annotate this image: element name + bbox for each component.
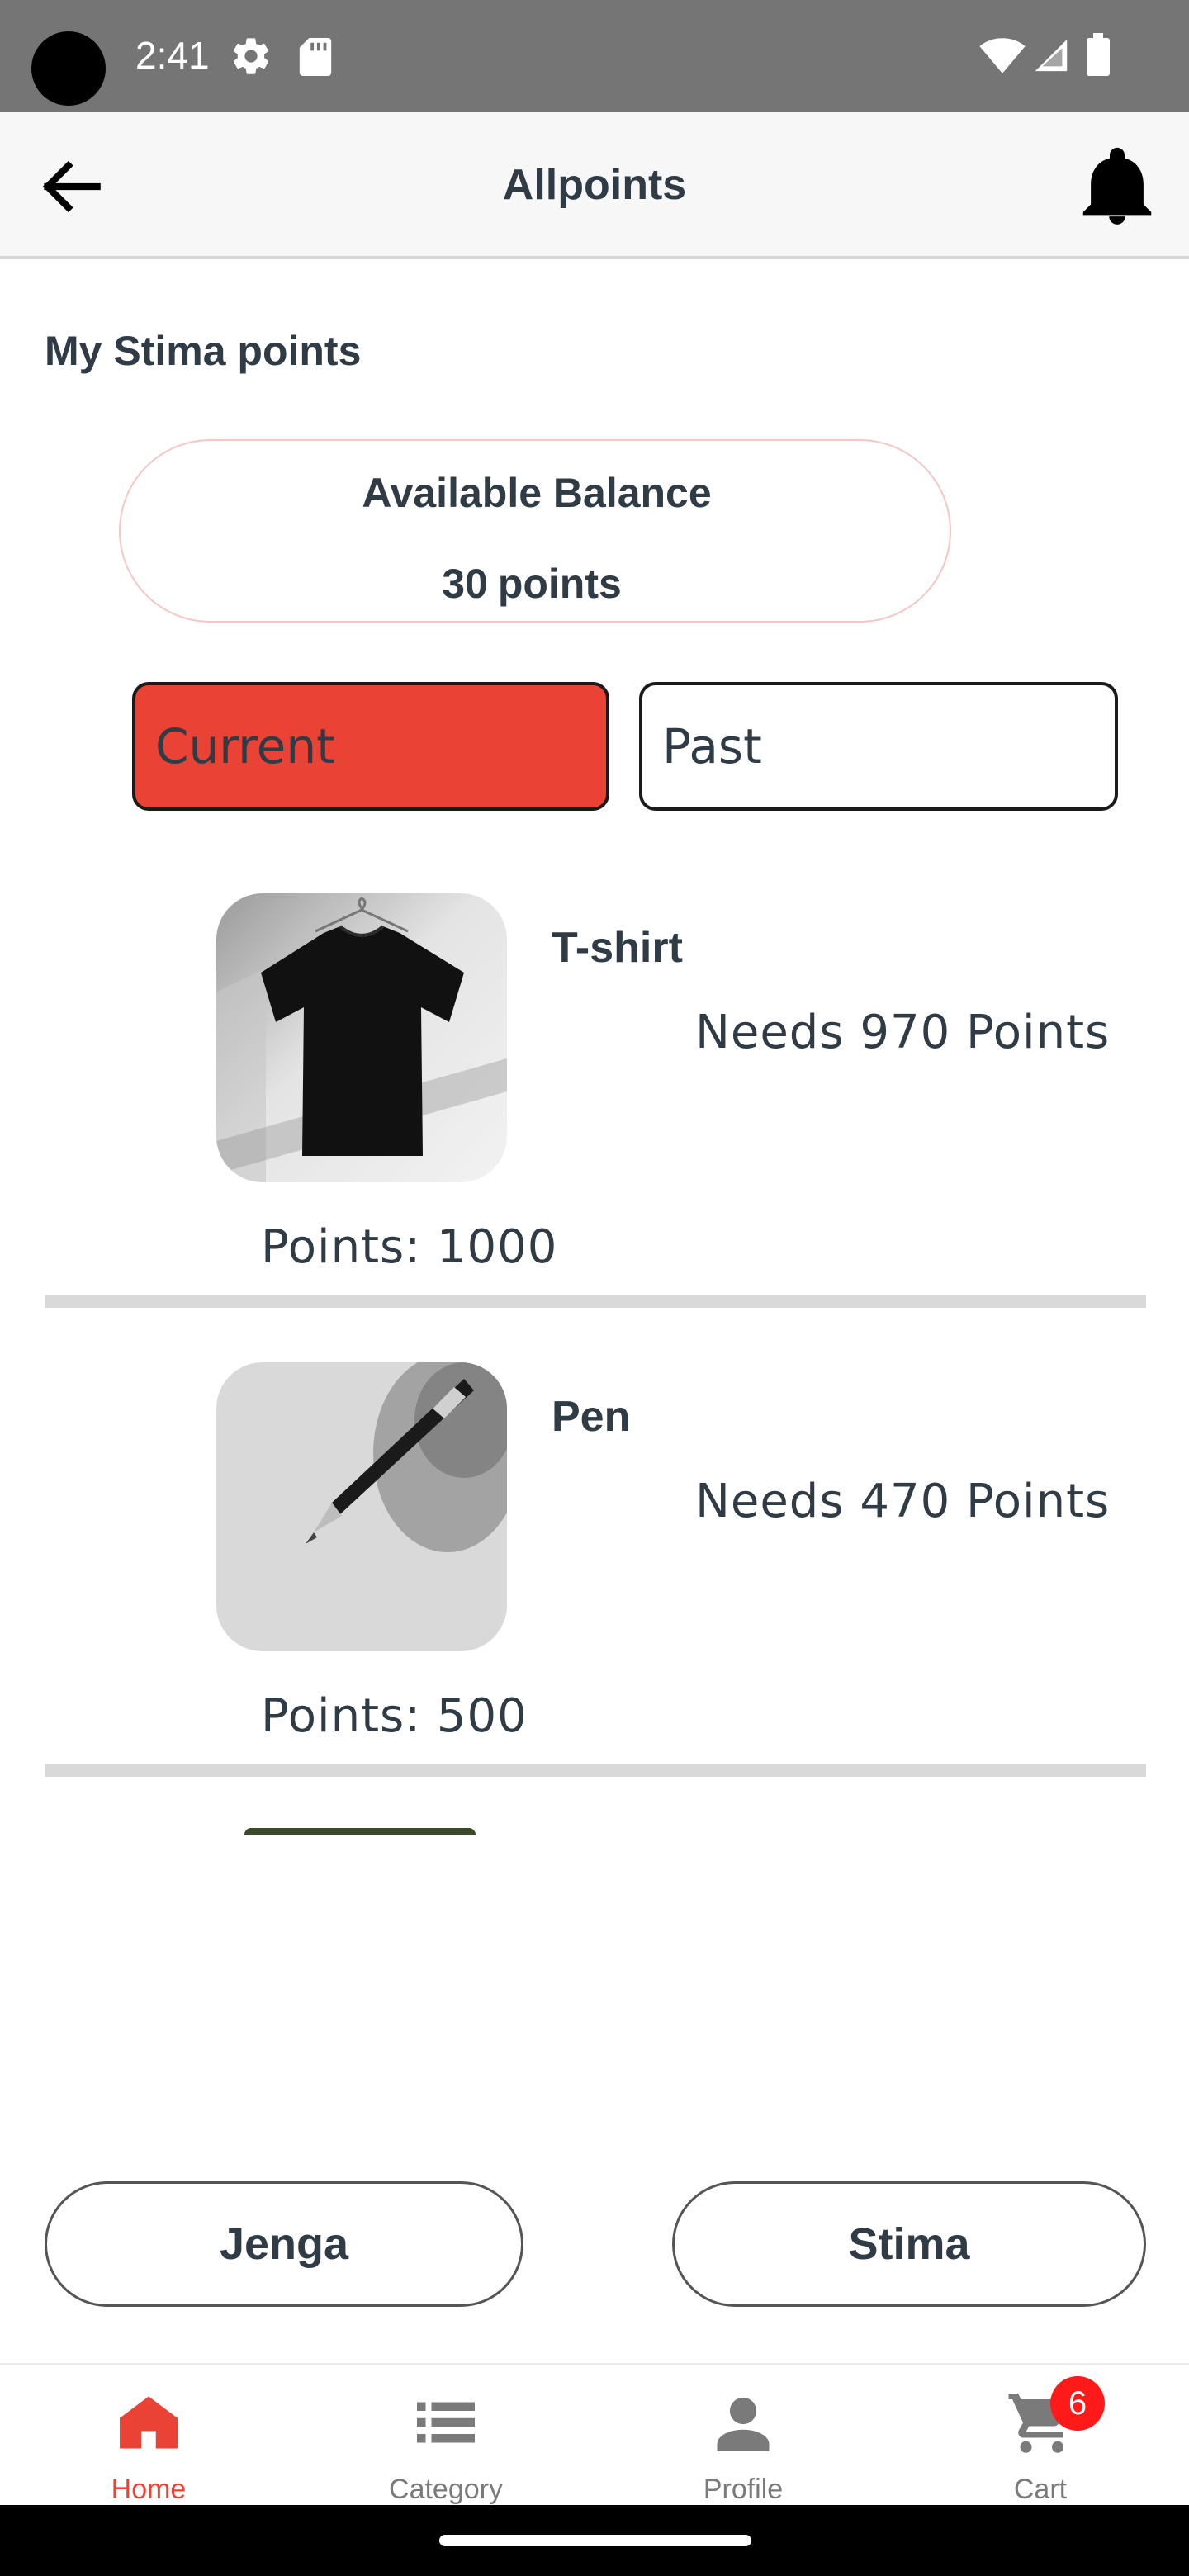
- cell-signal-icon: [1035, 39, 1068, 72]
- balance-value: 30 points: [121, 560, 953, 608]
- nav-profile[interactable]: Profile: [594, 2365, 892, 2507]
- item-name: Pen: [552, 1393, 631, 1441]
- item-points: Points: 500: [261, 1689, 528, 1743]
- notifications-button[interactable]: [1080, 147, 1154, 225]
- item-divider: [45, 1764, 1146, 1777]
- nav-category-label: Category: [389, 2474, 503, 2505]
- bell-icon: [1082, 147, 1152, 225]
- nav-home-label: Home: [111, 2474, 187, 2505]
- jenga-button[interactable]: Jenga: [45, 2181, 523, 2307]
- balance-label: Available Balance: [362, 470, 712, 516]
- sd-card-icon: [299, 38, 332, 76]
- gesture-handle[interactable]: [439, 2535, 751, 2546]
- stima-button[interactable]: Stima: [672, 2181, 1146, 2307]
- item-points-needed: Needs 970 Points: [695, 1006, 1111, 1059]
- reward-item-partial-image: [244, 1828, 476, 1835]
- tab-past[interactable]: Past: [639, 682, 1118, 811]
- nav-cart[interactable]: Cart: [892, 2365, 1189, 2507]
- pen-image: [216, 1362, 507, 1651]
- nav-profile-label: Profile: [703, 2474, 784, 2505]
- tshirt-image: [216, 893, 507, 1182]
- balance-amount: 30: [442, 561, 488, 607]
- status-bar: 2:41: [0, 0, 1189, 112]
- home-icon: [120, 2396, 178, 2449]
- item-divider: [45, 1295, 1146, 1308]
- status-time: 2:41: [135, 34, 210, 77]
- item-points-needed: Needs 470 Points: [695, 1475, 1111, 1528]
- page-title: Allpoints: [502, 161, 687, 209]
- cart-count-badge: 6: [1050, 2376, 1105, 2431]
- tab-current[interactable]: Current: [132, 682, 609, 811]
- nav-category[interactable]: Category: [297, 2365, 594, 2507]
- app-bar: Allpoints: [0, 112, 1189, 259]
- nav-cart-label: Cart: [1013, 2474, 1068, 2505]
- item-points: Points: 1000: [261, 1220, 558, 1274]
- item-name: T-shirt: [552, 924, 683, 972]
- section-title: My Stima points: [45, 328, 362, 374]
- battery-icon: [1087, 33, 1110, 76]
- list-icon: [417, 2402, 475, 2443]
- bottom-nav: Home Category Profile Cart: [0, 2363, 1189, 2505]
- nav-home[interactable]: Home: [0, 2365, 297, 2507]
- balance-unit: points: [497, 561, 622, 607]
- settings-gear-icon: [233, 38, 269, 74]
- balance-card: Available Balance 30 points: [119, 439, 951, 623]
- camera-cutout: [31, 31, 106, 106]
- wifi-icon: [979, 38, 1026, 73]
- person-icon: [717, 2397, 770, 2451]
